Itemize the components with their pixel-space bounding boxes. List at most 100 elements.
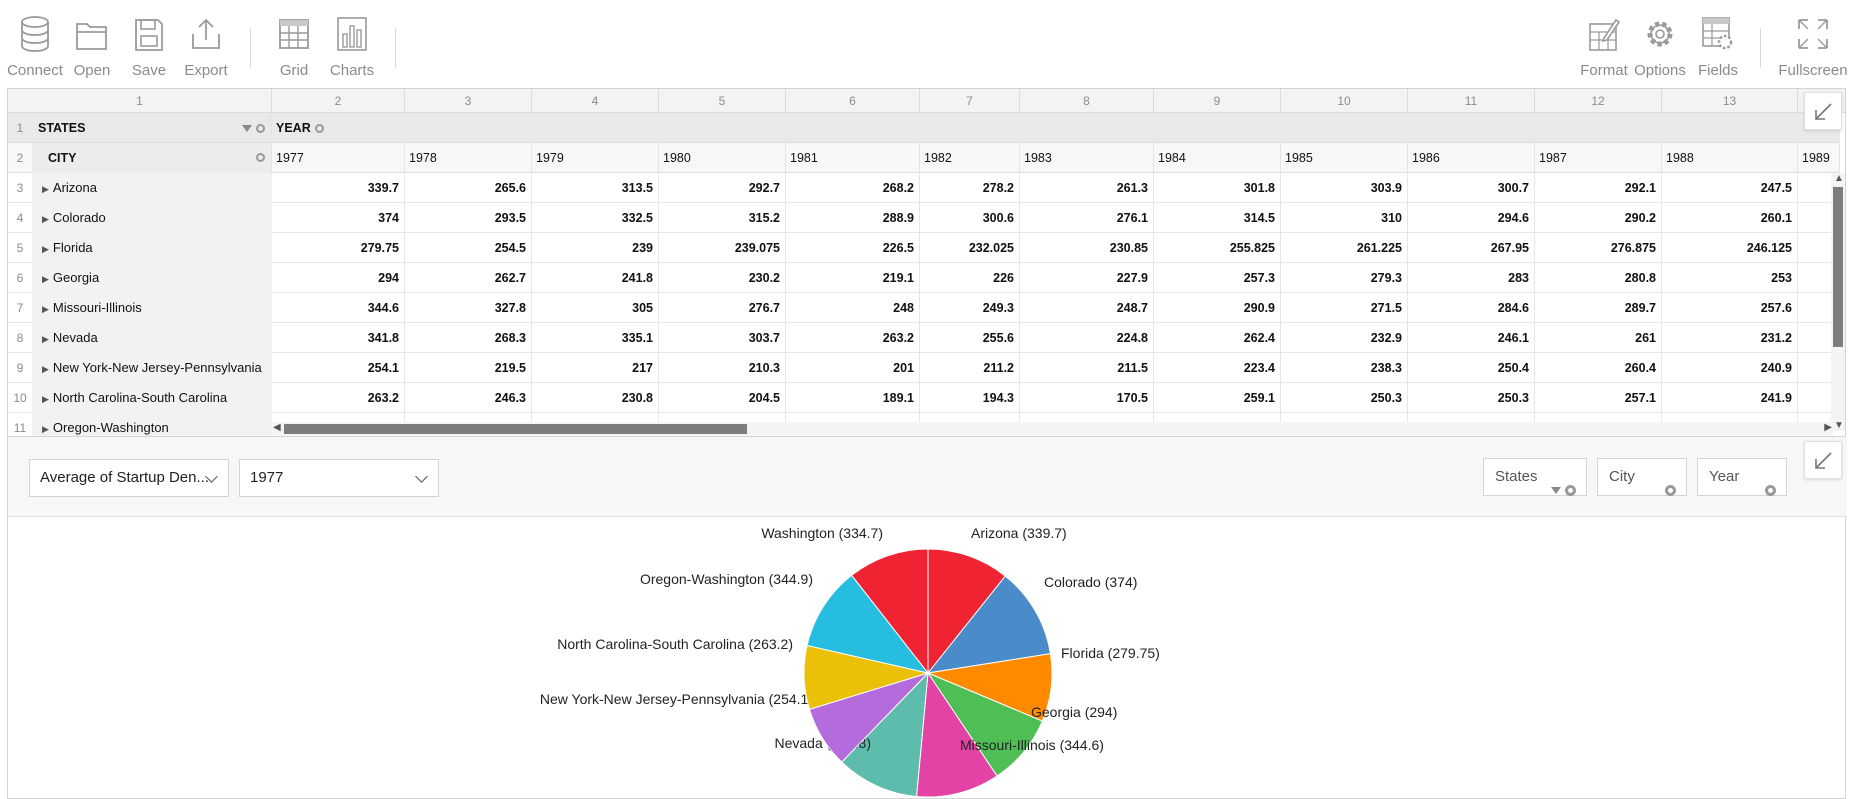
filter-icon[interactable] [242,125,252,133]
chart-collapse-button[interactable] [1804,441,1842,479]
table-cell[interactable]: 262.4 [1154,323,1281,353]
city-header[interactable]: CITY [32,143,272,173]
table-cell[interactable]: 265.6 [405,173,532,203]
table-cell[interactable]: 261.3 [1020,173,1154,203]
table-cell[interactable]: 253 [1662,263,1798,293]
table-cell[interactable]: 248 [786,293,920,323]
year-header[interactable]: YEAR [272,113,572,143]
table-cell[interactable]: 246.1 [1408,323,1535,353]
table-cell[interactable]: 332.5 [532,203,659,233]
table-cell[interactable]: 283 [1408,263,1535,293]
table-cell[interactable]: 315.2 [659,203,786,233]
table-cell[interactable]: 303.9 [1281,173,1408,203]
year-column-header[interactable]: 1977 [272,143,405,173]
year-column-header[interactable]: 1984 [1154,143,1281,173]
table-cell[interactable]: 219.5 [405,353,532,383]
year-column-header[interactable]: 1983 [1020,143,1154,173]
table-cell[interactable]: 260.1 [1662,203,1798,233]
table-cell[interactable]: 201 [786,353,920,383]
table-cell[interactable]: 262.7 [405,263,532,293]
table-cell[interactable]: 276.875 [1535,233,1662,263]
table-cell[interactable]: 226 [920,263,1020,293]
table-cell[interactable]: 231.2 [1662,323,1798,353]
year-column-header[interactable]: 1986 [1408,143,1535,173]
table-cell[interactable]: 303.7 [659,323,786,353]
table-cell[interactable]: 267.95 [1408,233,1535,263]
expand-icon[interactable]: ▶ [42,394,49,404]
table-cell[interactable]: 210.3 [659,353,786,383]
table-cell[interactable]: 170.5 [1020,383,1154,413]
table-cell[interactable]: 279.3 [1281,263,1408,293]
gear-icon[interactable] [256,124,265,134]
table-cell[interactable]: 230.2 [659,263,786,293]
table-cell[interactable]: 227.9 [1020,263,1154,293]
row-header[interactable]: ▶ Nevada [32,323,272,353]
table-cell[interactable]: 263.2 [786,323,920,353]
table-cell[interactable]: 263.2 [272,383,405,413]
table-cell[interactable]: 313.5 [532,173,659,203]
expand-icon[interactable]: ▶ [42,274,49,284]
table-cell[interactable]: 335.1 [532,323,659,353]
scroll-right-icon[interactable]: ▶ [1824,422,1832,433]
table-cell[interactable]: 249.3 [920,293,1020,323]
expand-icon[interactable]: ▶ [42,424,49,434]
table-cell[interactable]: 246.125 [1662,233,1798,263]
vertical-scrollbar-thumb[interactable] [1833,187,1843,347]
table-cell[interactable]: 314.5 [1154,203,1281,233]
table-cell[interactable]: 374 [272,203,405,233]
expand-icon[interactable]: ▶ [42,184,49,194]
table-cell[interactable]: 204.5 [659,383,786,413]
vertical-scrollbar[interactable]: ▲ ▼ [1831,173,1845,431]
expand-icon[interactable]: ▶ [42,304,49,314]
year-column-header[interactable]: 1985 [1281,143,1408,173]
table-cell[interactable]: 226.5 [786,233,920,263]
table-cell[interactable]: 284.6 [1408,293,1535,323]
table-cell[interactable]: 238.3 [1281,353,1408,383]
table-cell[interactable]: 247.5 [1662,173,1798,203]
table-cell[interactable]: 292.7 [659,173,786,203]
charts-button[interactable]: Charts [318,16,386,79]
year-column-header[interactable]: 1980 [659,143,786,173]
expand-icon[interactable]: ▶ [42,214,49,224]
scroll-left-icon[interactable]: ◀ [273,422,281,433]
horizontal-scrollbar-thumb[interactable] [284,424,747,434]
table-cell[interactable]: 268.3 [405,323,532,353]
table-cell[interactable]: 289.7 [1535,293,1662,323]
table-cell[interactable]: 232.9 [1281,323,1408,353]
year-column-header[interactable]: 1987 [1535,143,1662,173]
table-cell[interactable]: 232.025 [920,233,1020,263]
year-column-header[interactable]: 1978 [405,143,532,173]
horizontal-scrollbar[interactable]: ◀ ▶ [272,422,1833,436]
table-cell[interactable]: 250.3 [1408,383,1535,413]
states-header[interactable]: STATES [32,113,272,143]
table-cell[interactable]: 224.8 [1020,323,1154,353]
table-cell[interactable]: 294.6 [1408,203,1535,233]
table-cell[interactable]: 344.6 [272,293,405,323]
table-cell[interactable]: 254.1 [272,353,405,383]
row-header[interactable]: ▶ New York-New Jersey-Pennsylvania [32,353,272,383]
export-button[interactable]: Export [172,16,240,79]
table-cell[interactable]: 219.1 [786,263,920,293]
year-column-header[interactable]: 1989 [1798,143,1840,173]
table-cell[interactable]: 276.7 [659,293,786,323]
table-cell[interactable]: 240.9 [1662,353,1798,383]
table-cell[interactable]: 223.4 [1154,353,1281,383]
table-cell[interactable]: 288.9 [786,203,920,233]
table-cell[interactable]: 254.5 [405,233,532,263]
fields-button[interactable]: Fields [1684,16,1752,79]
table-cell[interactable]: 290.9 [1154,293,1281,323]
table-cell[interactable]: 260.4 [1535,353,1662,383]
table-cell[interactable]: 255.6 [920,323,1020,353]
table-cell[interactable]: 292.1 [1535,173,1662,203]
table-cell[interactable]: 271.5 [1281,293,1408,323]
table-cell[interactable]: 261.225 [1281,233,1408,263]
scroll-up-icon[interactable]: ▲ [1834,173,1844,184]
year-column-header[interactable]: 1981 [786,143,920,173]
table-cell[interactable]: 294 [272,263,405,293]
table-cell[interactable]: 268.2 [786,173,920,203]
fullscreen-button[interactable]: Fullscreen [1778,16,1848,79]
year-column-header[interactable]: 1988 [1662,143,1798,173]
table-cell[interactable]: 255.825 [1154,233,1281,263]
table-cell[interactable]: 246.3 [405,383,532,413]
table-cell[interactable]: 310 [1281,203,1408,233]
